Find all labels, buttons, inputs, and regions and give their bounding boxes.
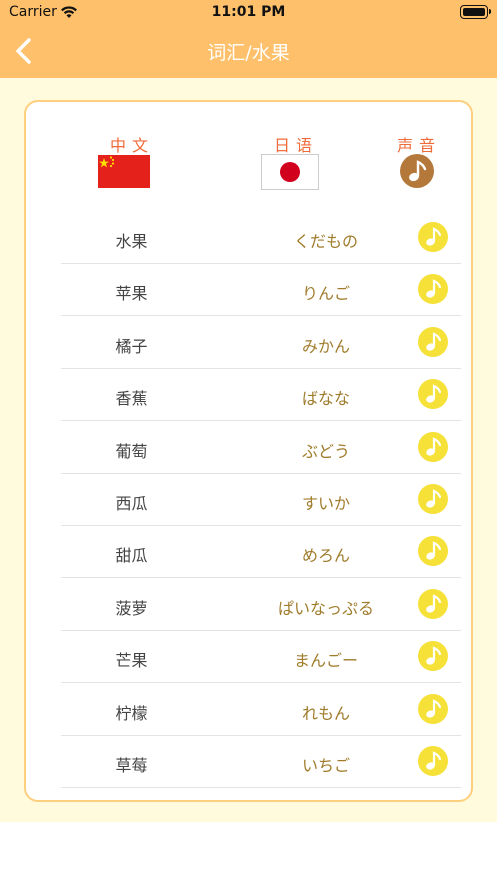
vocabulary-card: 中文 日语 声音 水果 くだもの苹果 りんご橘子 みかん香蕉 ばなな葡萄 ぶどう西瓜 すいか… xyxy=(24,100,473,802)
chinese-word: 柠檬 xyxy=(115,703,148,723)
music-note-icon xyxy=(426,698,442,718)
play-sound-button[interactable] xyxy=(418,274,448,305)
nav-bar: Carrier 11:01 PM 词汇/水果 xyxy=(0,0,497,78)
page-title: 词汇/水果 xyxy=(207,42,290,64)
word-row: 葡萄 ぶどう xyxy=(61,422,461,474)
play-sound-button[interactable] xyxy=(418,536,448,567)
chinese-word: 香蕉 xyxy=(115,389,148,409)
status-bar: Carrier 11:01 PM xyxy=(0,0,497,26)
play-sound-button[interactable] xyxy=(418,588,448,619)
japanese-word: いちご xyxy=(301,756,350,775)
play-sound-button[interactable] xyxy=(418,326,448,357)
music-note-icon xyxy=(426,489,442,508)
music-note-icon xyxy=(426,279,442,299)
china-flag-icon xyxy=(98,155,150,188)
chinese-word: 草莓 xyxy=(115,756,148,775)
music-note-icon xyxy=(426,646,442,665)
word-row: 甜瓜 めろん xyxy=(61,526,461,579)
play-sound-button[interactable] xyxy=(418,746,448,776)
word-row: 芒果 まんごー xyxy=(61,631,461,684)
japanese-word: まんごー xyxy=(293,651,358,671)
japan-flag-icon xyxy=(261,154,319,190)
japanese-word: くだもの xyxy=(293,232,358,251)
word-row: 橘子 みかん xyxy=(61,317,461,369)
chinese-word: 水果 xyxy=(115,232,148,251)
music-note-icon xyxy=(426,751,442,770)
music-note-icon xyxy=(426,594,442,613)
japanese-word: りんご xyxy=(301,284,350,304)
word-row: 苹果 りんご xyxy=(61,264,461,317)
japanese-word: すいか xyxy=(301,494,350,513)
japanese-word: ぱいなっぷる xyxy=(277,598,374,618)
music-note-icon xyxy=(426,332,442,351)
chinese-word: 葡萄 xyxy=(115,441,148,461)
word-row: 水果 くだもの xyxy=(61,212,461,264)
play-sound-button[interactable] xyxy=(418,484,448,514)
play-sound-button[interactable] xyxy=(418,379,448,410)
chinese-column-header: 中文 xyxy=(109,136,154,155)
chinese-word: 苹果 xyxy=(115,284,148,304)
play-sound-button[interactable] xyxy=(418,693,448,724)
music-note-icon xyxy=(426,436,442,456)
japanese-word: みかん xyxy=(301,336,350,356)
music-note-icon xyxy=(400,154,434,188)
japanese-column-header: 日语 xyxy=(273,136,318,155)
battery-icon xyxy=(460,5,491,19)
word-row: 柠檬 れもん xyxy=(61,684,461,736)
chinese-word: 芒果 xyxy=(115,651,148,671)
word-row: 草莓 いちご xyxy=(61,736,461,788)
play-sound-button[interactable] xyxy=(418,641,448,672)
japanese-word: ぶどう xyxy=(301,441,350,461)
music-note-icon xyxy=(426,227,442,246)
music-note-icon xyxy=(426,384,442,403)
status-time: 11:01 PM xyxy=(211,4,286,20)
chinese-word: 菠萝 xyxy=(115,598,148,618)
play-sound-button[interactable] xyxy=(418,431,448,462)
chinese-word: 橘子 xyxy=(115,336,148,356)
word-row: 西瓜 すいか xyxy=(61,474,461,526)
sound-column-header: 声音 xyxy=(396,136,441,155)
music-note-icon xyxy=(426,541,442,561)
japanese-word: れもん xyxy=(301,703,350,723)
play-sound-button[interactable] xyxy=(418,222,448,252)
chinese-word: 甜瓜 xyxy=(115,546,148,566)
japanese-word: ばなな xyxy=(301,389,350,409)
chinese-word: 西瓜 xyxy=(115,494,148,513)
word-row: 香蕉 ばなな xyxy=(61,369,461,422)
japanese-word: めろん xyxy=(301,546,350,566)
word-row: 菠萝 ぱいなっぷる xyxy=(61,579,461,631)
